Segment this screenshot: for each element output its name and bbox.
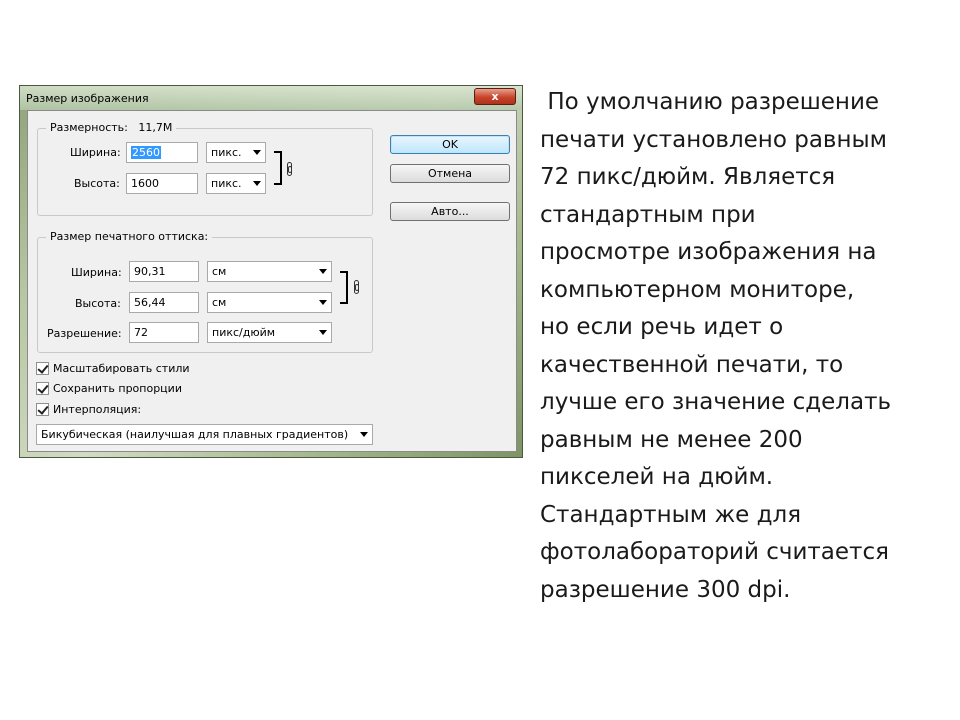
constrain-proportions-label: Сохранить пропорции bbox=[53, 382, 182, 395]
print-width-label: Ширина: bbox=[71, 266, 122, 279]
resolution-unit-select[interactable]: пикс/дюйм bbox=[207, 322, 332, 343]
explanation-line: Стандартным же для bbox=[540, 501, 802, 528]
chevron-down-icon bbox=[360, 432, 368, 437]
chain-link-icon bbox=[354, 280, 359, 294]
close-icon: x bbox=[491, 90, 499, 103]
chevron-down-icon bbox=[253, 181, 261, 186]
chevron-down-icon bbox=[319, 330, 327, 335]
pixel-dimensions-title: Размерность: 11,7M bbox=[46, 121, 177, 134]
explanation-line: просмотре изображения на bbox=[540, 239, 877, 265]
dialog-client-area: Размерность: 11,7M Ширина: 2560 пикс. Вы… bbox=[27, 110, 517, 452]
scale-styles-checkbox[interactable] bbox=[36, 362, 49, 375]
chevron-down-icon bbox=[319, 269, 327, 274]
pixel-width-input[interactable]: 2560 bbox=[126, 142, 198, 163]
print-size-group: Размер печатного оттиска: Ширина: 90,31 … bbox=[37, 230, 373, 353]
resolution-label: Разрешение: bbox=[47, 327, 122, 340]
explanation-text: По умолчанию разрешение печати установлен… bbox=[540, 84, 940, 609]
explanation-line: но если речь идет о bbox=[540, 314, 784, 340]
close-button[interactable]: x bbox=[474, 88, 516, 105]
auto-button[interactable]: Авто... bbox=[390, 202, 510, 221]
explanation-line: По умолчанию разрешение bbox=[540, 89, 880, 115]
pixel-dimensions-group: Размерность: 11,7M Ширина: 2560 пикс. Вы… bbox=[37, 121, 373, 216]
chevron-down-icon bbox=[319, 300, 327, 305]
explanation-line: качественной печати, то bbox=[540, 351, 844, 378]
print-height-unit-select[interactable]: см bbox=[207, 292, 332, 313]
explanation-line: пикселей на дюйм. bbox=[540, 464, 774, 490]
print-width-input[interactable]: 90,31 bbox=[129, 261, 199, 282]
pixel-height-unit-select[interactable]: пикс. bbox=[206, 173, 266, 194]
scale-styles-label: Масштабировать стили bbox=[53, 362, 190, 375]
print-height-input[interactable]: 56,44 bbox=[129, 292, 199, 313]
explanation-line: разрешение 300 dpi. bbox=[540, 576, 791, 603]
pixel-width-label: Ширина: bbox=[70, 146, 121, 159]
explanation-line: 72 пикс/дюйм. Является bbox=[540, 164, 836, 190]
explanation-line: печати установлено равным bbox=[540, 126, 888, 153]
explanation-line: стандартным при bbox=[540, 201, 756, 228]
chevron-down-icon bbox=[253, 150, 261, 155]
explanation-line: компьютерном мониторе, bbox=[540, 276, 855, 303]
pixel-width-unit-select[interactable]: пикс. bbox=[206, 142, 266, 163]
resample-label: Интерполяция: bbox=[53, 403, 142, 416]
explanation-line: лучше его значение сделать bbox=[540, 389, 892, 415]
print-height-label: Высота: bbox=[75, 297, 121, 310]
explanation-line: фотолабораторий считается bbox=[540, 539, 889, 565]
resample-method-select[interactable]: Бикубическая (наилучшая для плавных град… bbox=[36, 424, 373, 445]
chain-link-icon bbox=[287, 162, 292, 176]
pixel-size-value: 11,7M bbox=[138, 121, 173, 134]
resolution-input[interactable]: 72 bbox=[129, 322, 199, 343]
constrain-proportions-checkbox[interactable] bbox=[36, 382, 49, 395]
resample-checkbox[interactable] bbox=[36, 403, 49, 416]
constrain-link-bracket bbox=[274, 151, 282, 185]
dialog-titlebar: Размер изображения x bbox=[20, 86, 522, 110]
dialog-title: Размер изображения bbox=[26, 92, 149, 105]
explanation-line: равным не менее 200 bbox=[540, 426, 803, 453]
pixel-height-input[interactable]: 1600 bbox=[126, 173, 198, 194]
print-width-unit-select[interactable]: см bbox=[207, 261, 332, 282]
pixel-height-label: Высота: bbox=[74, 177, 120, 190]
image-size-dialog: Размер изображения x Размерность: 11,7M … bbox=[19, 85, 523, 458]
constrain-link-bracket bbox=[340, 271, 348, 304]
ok-button[interactable]: OK bbox=[390, 135, 510, 154]
cancel-button[interactable]: Отмена bbox=[390, 164, 510, 183]
print-size-title: Размер печатного оттиска: bbox=[46, 230, 213, 243]
